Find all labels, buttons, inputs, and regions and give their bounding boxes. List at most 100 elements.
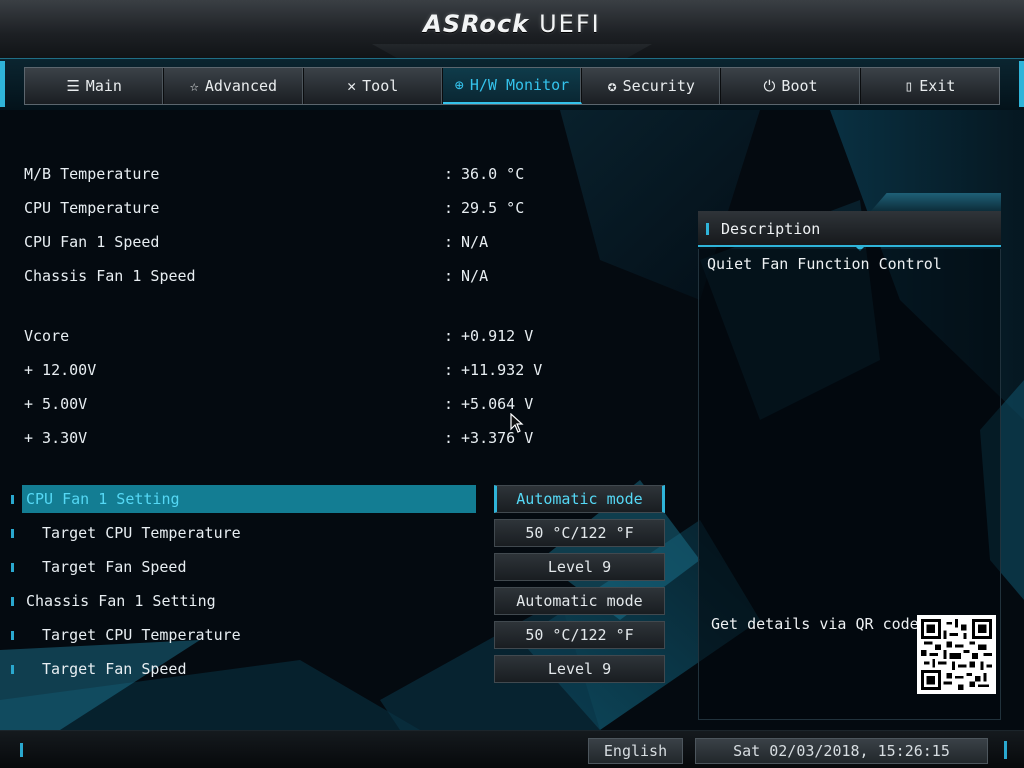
- setting-cpu-fan-1[interactable]: CPU Fan 1 Setting Automatic mode: [0, 485, 690, 513]
- monitor-row-cpu-temperature: CPU Temperature :29.5 °C: [0, 194, 690, 222]
- setting-cpu-target-temperature[interactable]: Target CPU Temperature 50 °C/122 °F: [0, 519, 690, 547]
- setting-chassis-target-fan-speed[interactable]: Target Fan Speed Level 9: [0, 655, 690, 683]
- qr-code-icon: [921, 619, 992, 690]
- tab-bar-right-edge: [1019, 61, 1024, 107]
- setting-marker: [11, 563, 14, 572]
- separator: :: [444, 327, 454, 345]
- tab-security-label: Security: [622, 77, 695, 95]
- monitor-value-text: +5.064 V: [461, 395, 534, 413]
- monitor-label: + 3.30V: [24, 429, 88, 447]
- setting-marker: [11, 665, 14, 674]
- monitor-row-12v: + 12.00V : +11.932 V: [0, 356, 690, 384]
- chassis-target-fan-speed-button[interactable]: Level 9: [494, 655, 665, 683]
- monitor-row-cpu-fan-speed: CPU Fan 1 Speed : N/A: [0, 228, 690, 256]
- separator: :: [444, 267, 454, 285]
- monitor-label: + 12.00V: [24, 361, 97, 379]
- monitor-value-text: 29.5 °C: [461, 199, 525, 217]
- tab-tool[interactable]: ✕ Tool: [304, 68, 443, 104]
- monitor-label: + 5.00V: [24, 395, 88, 413]
- brand-name: ASRock: [423, 10, 530, 38]
- description-title: Description: [721, 220, 821, 238]
- monitor-value: : N/A: [444, 262, 488, 290]
- description-panel: Description Quiet Fan Function Control G…: [698, 193, 1001, 720]
- power-icon: ⏻: [763, 76, 776, 95]
- monitor-label: Vcore: [24, 327, 70, 345]
- star-icon: ☆: [189, 76, 199, 95]
- setting-label: Target CPU Temperature: [42, 626, 241, 644]
- separator: :: [444, 165, 454, 183]
- separator: :: [444, 361, 454, 379]
- cpu-target-temperature-button[interactable]: 50 °C/122 °F: [494, 519, 665, 547]
- description-header: Description: [698, 211, 1001, 251]
- monitor-value: : +11.932 V: [444, 356, 542, 384]
- monitor-value: :36.0 °C: [444, 160, 524, 188]
- product-name: UEFI: [539, 10, 601, 38]
- setting-chassis-fan-1[interactable]: Chassis Fan 1 Setting Automatic mode: [0, 587, 690, 615]
- qr-label: Get details via QR code: [711, 615, 919, 633]
- list-icon: ☰: [66, 76, 80, 95]
- monitor-label: Chassis Fan 1 Speed: [24, 267, 196, 285]
- monitor-value-text: N/A: [461, 267, 489, 285]
- monitor-row-3v3: + 3.30V : +3.376 V: [0, 424, 690, 452]
- datetime-display: Sat 02/03/2018, 15:26:15: [695, 738, 988, 764]
- status-footer: English Sat 02/03/2018, 15:26:15: [0, 730, 1024, 768]
- description-panel-tab: [871, 193, 1001, 211]
- monitor-label: M/B Temperature: [24, 165, 160, 183]
- setting-label: Target CPU Temperature: [42, 524, 241, 542]
- language-button[interactable]: English: [588, 738, 683, 764]
- setting-label: CPU Fan 1 Setting: [26, 490, 180, 508]
- tab-advanced[interactable]: ☆ Advanced: [164, 68, 304, 104]
- tab-bar: ☰ Main ☆ Advanced ✕ Tool ⊕ H/W Monitor ✪…: [0, 58, 1024, 110]
- tab-tool-label: Tool: [362, 77, 399, 95]
- setting-label: Target Fan Speed: [42, 660, 187, 678]
- monitor-value-text: 36.0 °C: [461, 165, 525, 183]
- exit-icon: ▯: [904, 76, 914, 95]
- tab-hw-monitor-label: H/W Monitor: [469, 76, 570, 94]
- separator: :: [444, 429, 454, 447]
- tab-bar-left-edge: [0, 61, 5, 107]
- setting-chassis-target-temperature[interactable]: Target CPU Temperature 50 °C/122 °F: [0, 621, 690, 649]
- tab-exit[interactable]: ▯ Exit: [861, 68, 999, 104]
- setting-cpu-target-fan-speed[interactable]: Target Fan Speed Level 9: [0, 553, 690, 581]
- description-body: Quiet Fan Function Control Get details v…: [698, 249, 1001, 720]
- qr-code[interactable]: [917, 615, 996, 694]
- monitor-row-5v: + 5.00V : +5.064 V: [0, 390, 690, 418]
- globe-icon: ⊕: [454, 75, 464, 94]
- monitor-value: : +0.912 V: [444, 322, 533, 350]
- tab-advanced-label: Advanced: [204, 77, 278, 95]
- tools-icon: ✕: [347, 76, 357, 95]
- monitor-value-text: +0.912 V: [461, 327, 534, 345]
- tab-boot-label: Boot: [781, 77, 818, 95]
- tab-boot[interactable]: ⏻ Boot: [721, 68, 861, 104]
- description-text: Quiet Fan Function Control: [707, 255, 942, 273]
- chassis-target-temperature-button[interactable]: 50 °C/122 °F: [494, 621, 665, 649]
- monitor-value: : N/A: [444, 228, 488, 256]
- monitor-value-text: +11.932 V: [461, 361, 543, 379]
- tab-exit-label: Exit: [919, 77, 956, 95]
- monitor-row-mb-temperature: M/B Temperature :36.0 °C: [0, 160, 690, 188]
- setting-marker: [11, 631, 14, 640]
- tab-hw-monitor[interactable]: ⊕ H/W Monitor: [442, 68, 583, 104]
- setting-marker: [11, 495, 14, 504]
- separator: :: [444, 395, 454, 413]
- setting-label: Target Fan Speed: [42, 558, 187, 576]
- setting-marker: [11, 529, 14, 538]
- footer-marker: [20, 743, 23, 757]
- monitor-value: :29.5 °C: [444, 194, 524, 222]
- monitor-row-chassis-fan-speed: Chassis Fan 1 Speed : N/A: [0, 262, 690, 290]
- chassis-fan-mode-button[interactable]: Automatic mode: [494, 587, 665, 615]
- description-marker: [706, 223, 709, 235]
- setting-marker: [11, 597, 14, 606]
- monitor-label: CPU Fan 1 Speed: [24, 233, 160, 251]
- footer-end-marker: [1004, 741, 1007, 759]
- monitor-row-vcore: Vcore : +0.912 V: [0, 322, 690, 350]
- tab-security[interactable]: ✪ Security: [582, 68, 722, 104]
- shield-icon: ✪: [607, 76, 617, 95]
- separator: :: [444, 199, 454, 217]
- tab-main[interactable]: ☰ Main: [25, 68, 165, 104]
- hw-monitor-panel: M/B Temperature :36.0 °C CPU Temperature…: [0, 110, 690, 730]
- cpu-fan-mode-button[interactable]: Automatic mode: [494, 485, 665, 513]
- setting-label: Chassis Fan 1 Setting: [26, 592, 216, 610]
- cpu-target-fan-speed-button[interactable]: Level 9: [494, 553, 665, 581]
- separator: :: [444, 233, 454, 251]
